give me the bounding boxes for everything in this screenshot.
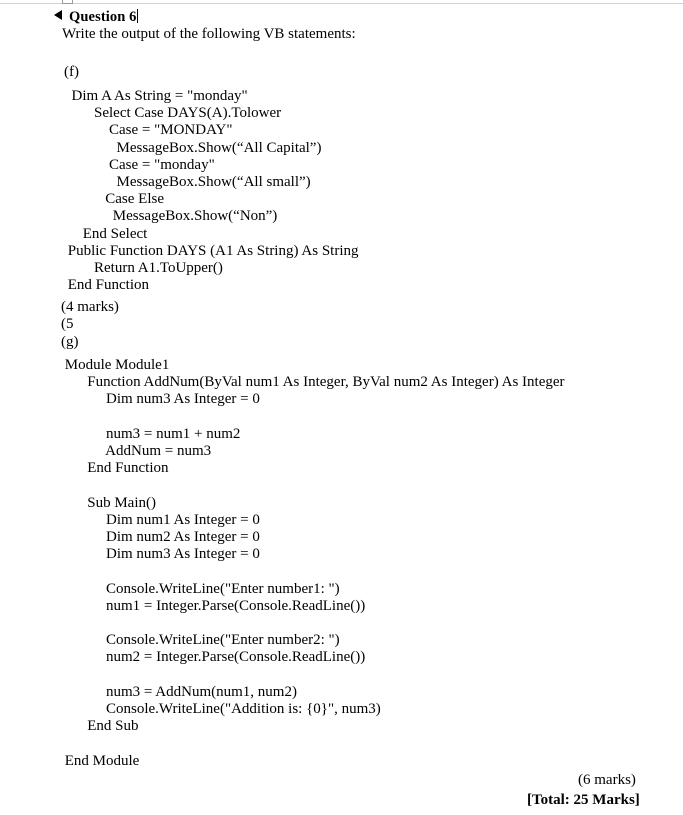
page-top-divider [0, 3, 683, 4]
code-line: num3 = num1 + num2 [61, 425, 241, 442]
document-page: Question 6 Write the output of the follo… [0, 0, 683, 815]
code-line: Case Else [64, 191, 164, 208]
marks-g: (6 marks) [578, 772, 636, 788]
code-line: Select Case DAYS(A).Tolower [64, 105, 282, 122]
code-line: Dim num3 As Integer = 0 [61, 391, 260, 408]
page-title: Question 6 [69, 9, 137, 25]
code-line: Sub Main() [61, 494, 156, 511]
code-line: AddNum = num3 [61, 443, 212, 459]
code-line: Return A1.ToUpper() [64, 260, 223, 277]
code-line: End Sub [61, 718, 139, 735]
code-line: MessageBox.Show(“Non”) [64, 208, 278, 225]
code-block-g: Module Module1 Function AddNum(ByVal num… [61, 357, 565, 770]
code-line: Public Function DAYS (A1 As String) As S… [64, 242, 359, 259]
collapse-triangle-icon[interactable] [54, 10, 62, 20]
code-line: Module Module1 [61, 357, 170, 373]
code-line: End Module [61, 752, 140, 769]
code-line: End Function [61, 460, 169, 477]
code-line: End Select [64, 225, 148, 242]
total-marks: [Total: 25 Marks] [527, 792, 640, 808]
code-line: Function AddNum(ByVal num1 As Integer, B… [61, 374, 565, 391]
code-line: Console.WriteLine("Enter number2: ") [61, 632, 340, 649]
text-caret [137, 9, 139, 23]
code-line: MessageBox.Show(“All small”) [64, 174, 311, 191]
code-line: num1 = Integer.Parse(Console.ReadLine()) [61, 597, 366, 614]
code-line: Dim num1 As Integer = 0 [61, 511, 260, 528]
question-heading-row: Question 6 [54, 7, 139, 26]
code-line: Dim num3 As Integer = 0 [61, 546, 260, 563]
code-line: num2 = Integer.Parse(Console.ReadLine()) [61, 649, 366, 666]
code-line: Dim num2 As Integer = 0 [61, 529, 260, 545]
question-instruction: Write the output of the following VB sta… [62, 26, 356, 42]
code-line: Case = "MONDAY" [64, 122, 233, 139]
code-line: End Function [64, 277, 149, 294]
code-line: Console.WriteLine("Addition is: {0}", nu… [61, 700, 381, 717]
code-line: Console.WriteLine("Enter number1: ") [61, 580, 340, 597]
section-label-g: (g) [61, 334, 79, 350]
code-line: Case = "monday" [64, 156, 215, 173]
marks-f: (4 marks) [61, 299, 119, 315]
orphan-marks-fragment: (5 [61, 316, 74, 332]
code-line: num3 = AddNum(num1, num2) [61, 683, 297, 700]
code-line: Dim A As String = "monday" [64, 88, 248, 104]
section-label-f: (f) [64, 64, 79, 80]
code-block-f: Dim A As String = "monday" Select Case D… [64, 88, 359, 294]
collapsed-control-box[interactable] [62, 0, 73, 4]
code-line: MessageBox.Show(“All Capital”) [64, 139, 322, 156]
